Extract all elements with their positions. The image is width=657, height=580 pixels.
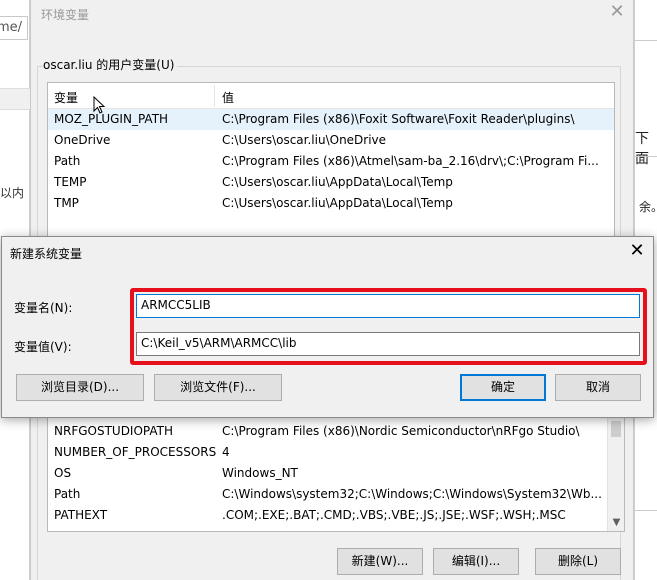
text-fragment: 以内 [0, 186, 25, 200]
list-item[interactable]: OneDrive C:\Users\oscar.liu\OneDrive [48, 130, 614, 151]
variable-name-label: 变量名(N): [14, 301, 73, 315]
variable-name: PATHEXT [54, 508, 108, 522]
text-fragment: 下面 [635, 131, 649, 167]
dialog-title: 新建系统变量 [10, 247, 83, 261]
list-item[interactable]: Path C:\Program Files (x86)\Atmel\sam-ba… [48, 151, 614, 172]
variable-value: C:\Program Files (x86)\Foxit Software\Fo… [222, 112, 575, 126]
browse-file-button[interactable]: 浏览文件(F)... [154, 374, 282, 401]
toolbar-band [0, 88, 30, 110]
variable-name: TMP [54, 196, 79, 210]
column-header-variable[interactable]: 变量 [54, 89, 78, 106]
list-item[interactable]: TEMP C:\Users\oscar.liu\AppData\Local\Te… [48, 172, 614, 193]
user-variables-label: oscar.liu 的用户变量(U) [43, 56, 178, 73]
divider [635, 510, 657, 511]
variable-name: NUMBER_OF_PROCESSORS [54, 445, 217, 459]
divider [635, 156, 657, 157]
variable-value: C:\Users\oscar.liu\AppData\Local\Temp [222, 175, 453, 189]
variable-value: .COM;.EXE;.BAT;.CMD;.VBS;.VBE;.JS;.JSE;.… [222, 508, 566, 522]
scrollbar-thumb[interactable] [611, 421, 621, 437]
column-header-value[interactable]: 值 [222, 89, 234, 106]
divider [635, 40, 657, 41]
variable-value: C:\Program Files (x86)\Atmel\sam-ba_2.16… [222, 154, 599, 168]
variable-value: Windows_NT [222, 466, 298, 480]
column-divider[interactable] [214, 85, 215, 107]
variable-name: TEMP [54, 175, 87, 189]
list-item[interactable]: OS Windows_NT [48, 463, 624, 484]
variable-value: C:\Windows\system32;C:\Windows;C:\Window… [222, 487, 602, 501]
vertical-scrollbar[interactable]: ▼ [607, 401, 624, 531]
list-item[interactable]: NUMBER_OF_PROCESSORS 4 [48, 442, 624, 463]
address-bar-fragment: me/ [0, 16, 28, 40]
variable-value: C:\Users\oscar.liu\OneDrive [222, 133, 387, 147]
list-item[interactable]: Path C:\Windows\system32;C:\Windows;C:\W… [48, 484, 624, 505]
close-icon[interactable]: ✕ [625, 239, 649, 263]
ok-button[interactable]: 确定 [460, 374, 546, 401]
variable-value: C:\Users\oscar.liu\AppData\Local\Temp [222, 196, 453, 210]
browse-directory-button[interactable]: 浏览目录(D)... [16, 374, 144, 401]
variable-value-label: 变量值(V): [14, 340, 72, 354]
screen: me/ 以内 下面 余。 环境变量 ✕ oscar.liu 的用户变量(U) 变… [0, 0, 657, 580]
variable-name: NRFGOSTUDIOPATH [54, 424, 174, 438]
variable-name: OneDrive [54, 133, 111, 147]
list-item[interactable]: PATHEXT .COM;.EXE;.BAT;.CMD;.VBS;.VBE;.J… [48, 505, 624, 526]
scroll-down-icon[interactable]: ▼ [608, 514, 624, 531]
new-button[interactable]: 新建(W)... [337, 548, 423, 575]
red-highlight-box [130, 288, 647, 365]
list-header: 变量 值 [48, 83, 614, 109]
delete-button[interactable]: 删除(L) [535, 548, 621, 575]
variable-value: C:\Program Files (x86)\Nordic Semiconduc… [222, 424, 580, 438]
variable-name: OS [54, 466, 72, 480]
text-fragment: 余。 [639, 200, 657, 214]
system-variables-list[interactable]: NRFGOSTUDIOPATH C:\Program Files (x86)\N… [47, 400, 625, 532]
window-title: 环境变量 [41, 8, 90, 22]
variable-name: MOZ_PLUGIN_PATH [54, 112, 169, 126]
list-item[interactable]: NRFGOSTUDIOPATH C:\Program Files (x86)\N… [48, 421, 624, 442]
mouse-cursor-icon [93, 96, 106, 114]
variable-name: Path [54, 154, 81, 168]
variable-value: 4 [222, 445, 230, 459]
edit-button[interactable]: 编辑(I)... [433, 548, 519, 575]
list-item[interactable]: TMP C:\Users\oscar.liu\AppData\Local\Tem… [48, 193, 614, 214]
variable-name: Path [54, 487, 81, 501]
user-variables-list[interactable]: 变量 值 MOZ_PLUGIN_PATH C:\Program Files (x… [47, 82, 615, 237]
cancel-button[interactable]: 取消 [555, 374, 641, 401]
list-item[interactable]: MOZ_PLUGIN_PATH C:\Program Files (x86)\F… [48, 109, 614, 130]
new-system-variable-dialog: 新建系统变量 ✕ 变量名(N): ARMCC5LIB 变量值(V): C:\Ke… [1, 236, 654, 418]
close-icon[interactable]: ✕ [607, 2, 627, 22]
